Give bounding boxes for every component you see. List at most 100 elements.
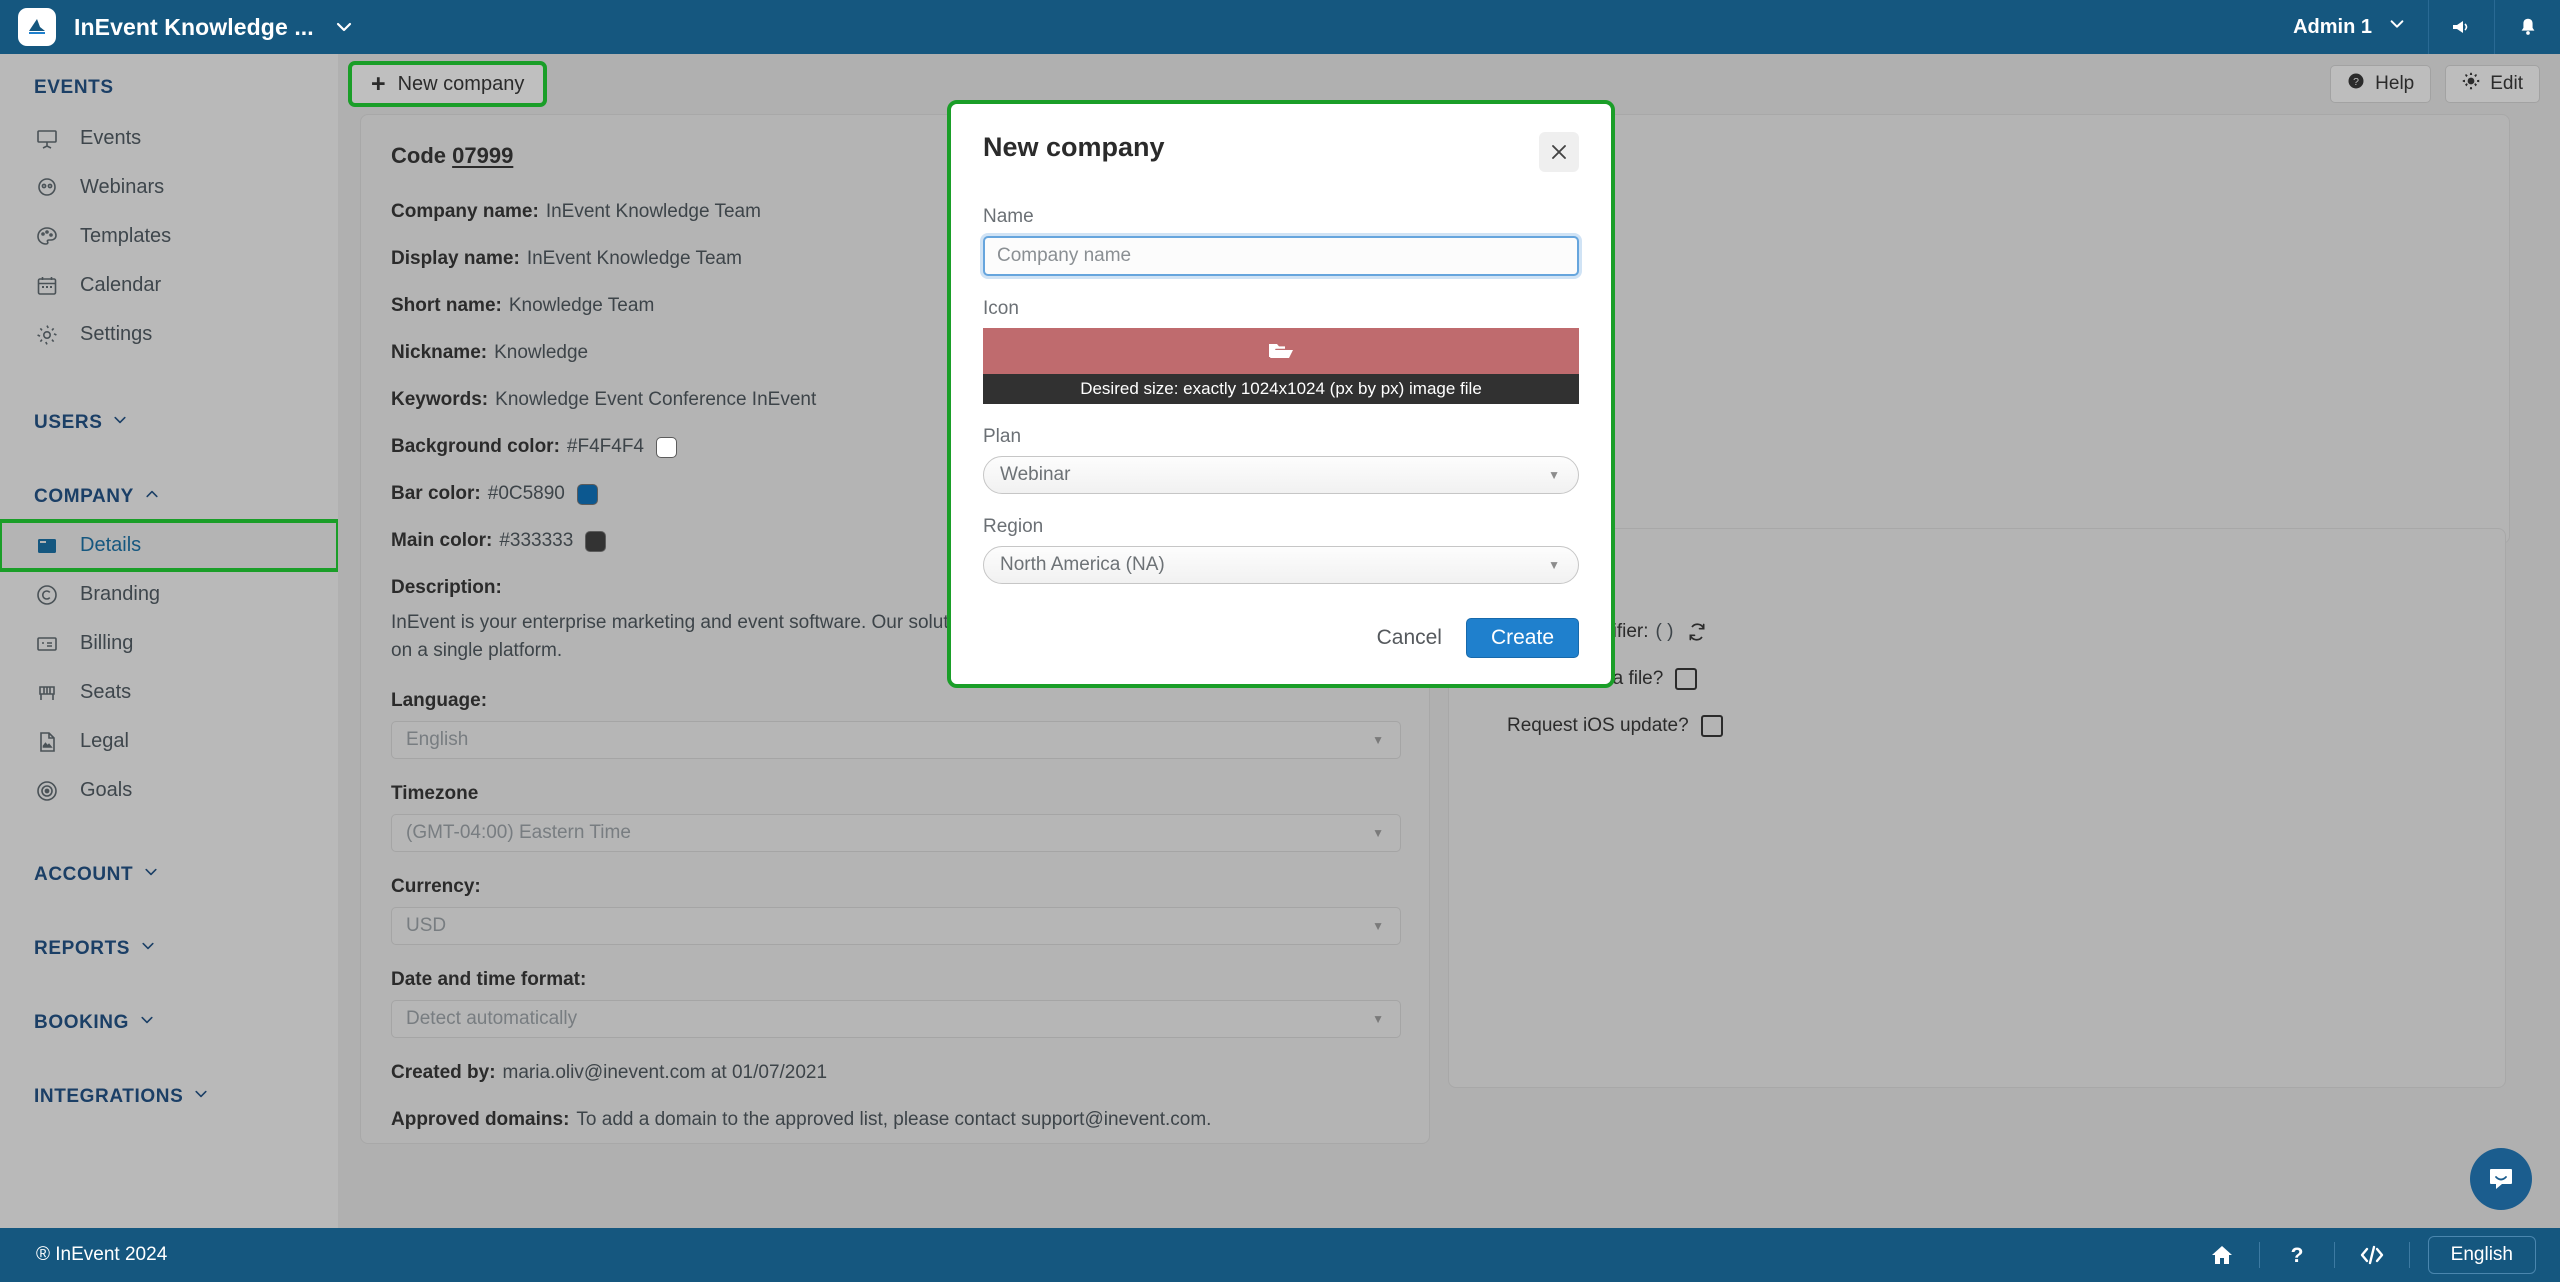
row-label: Bar color: bbox=[391, 483, 481, 504]
icon-size-hint: Desired size: exactly 1024x1024 (px by p… bbox=[983, 374, 1579, 404]
help-label: Help bbox=[2375, 73, 2415, 94]
window-panel-icon bbox=[34, 533, 60, 559]
chevron-up-icon bbox=[144, 486, 160, 508]
chat-bubble-icon[interactable] bbox=[2470, 1148, 2532, 1210]
footer-right: ? English bbox=[2185, 1228, 2560, 1282]
sidebar-group-reports[interactable]: REPORTS bbox=[0, 933, 338, 965]
sidebar-item-templates[interactable]: Templates bbox=[0, 212, 338, 261]
open-folder-icon bbox=[983, 328, 1579, 374]
language-button[interactable]: English bbox=[2427, 1236, 2536, 1274]
cancel-button[interactable]: Cancel bbox=[1377, 626, 1442, 650]
sidebar-item-branding[interactable]: Branding bbox=[0, 570, 338, 619]
color-swatch-background[interactable] bbox=[656, 436, 677, 458]
create-button[interactable]: Create bbox=[1465, 618, 1579, 658]
sidebar-group-label: INTEGRATIONS bbox=[34, 1086, 184, 1107]
sidebar-group-account[interactable]: ACCOUNT bbox=[0, 859, 338, 891]
user-label: Admin 1 bbox=[2293, 15, 2372, 38]
sidebar-group-booking[interactable]: BOOKING bbox=[0, 1007, 338, 1039]
code-brackets-icon[interactable] bbox=[2335, 1228, 2409, 1282]
icon-upload-dropzone[interactable]: Desired size: exactly 1024x1024 (px by p… bbox=[983, 328, 1579, 404]
question-mark-icon[interactable]: ? bbox=[2260, 1228, 2334, 1282]
sidebar-item-webinars[interactable]: Webinars bbox=[0, 163, 338, 212]
region-value: North America (NA) bbox=[1000, 554, 1165, 575]
sidebar-item-events[interactable]: Events bbox=[0, 114, 338, 163]
help-button[interactable]: ? Help bbox=[2330, 65, 2432, 103]
calendar-icon bbox=[34, 273, 60, 299]
new-company-button[interactable]: + New company bbox=[347, 61, 548, 107]
chevron-down-icon[interactable] bbox=[334, 17, 354, 37]
row-value: maria.oliv@inevent.com at 01/07/2021 bbox=[502, 1062, 828, 1084]
row-label: Company name: bbox=[391, 201, 539, 222]
code-label: Code bbox=[391, 143, 446, 168]
close-icon[interactable] bbox=[1539, 132, 1579, 172]
sidebar-group-label: ACCOUNT bbox=[34, 864, 134, 885]
modal-actions: Cancel Create bbox=[983, 618, 1579, 658]
caret-down-icon: ▼ bbox=[1372, 826, 1384, 841]
row-label: Main color: bbox=[391, 530, 493, 551]
code-value[interactable]: 07999 bbox=[452, 143, 513, 168]
inevent-logo-icon bbox=[18, 8, 56, 46]
action-bar-right: ? Help Edit bbox=[2330, 65, 2560, 103]
language-value: English bbox=[406, 729, 469, 751]
sidebar-group-label: EVENTS bbox=[34, 77, 114, 98]
sidebar-item-settings[interactable]: Settings bbox=[0, 310, 338, 359]
sidebar-item-seats[interactable]: Seats bbox=[0, 668, 338, 717]
detail-row-approved-domains: Approved domains: To add a domain to the… bbox=[391, 1109, 1399, 1131]
copyright-icon bbox=[34, 582, 60, 608]
megaphone-icon[interactable] bbox=[2428, 0, 2494, 54]
refresh-icon[interactable] bbox=[1687, 622, 1707, 642]
caret-down-icon: ▼ bbox=[1372, 733, 1384, 748]
bell-icon[interactable] bbox=[2494, 0, 2560, 54]
language-select[interactable]: English ▼ bbox=[391, 721, 1401, 760]
plan-select[interactable]: Webinar ▼ bbox=[983, 456, 1579, 494]
row-value: #0C5890 bbox=[487, 483, 565, 504]
color-swatch-bar[interactable] bbox=[576, 483, 598, 505]
datetime-format-label: Date and time format: bbox=[391, 969, 587, 991]
row-value: InEvent Knowledge Team bbox=[526, 248, 742, 269]
sidebar-item-label: Legal bbox=[80, 730, 129, 752]
currency-select[interactable]: USD ▼ bbox=[391, 907, 1401, 946]
row-label: Keywords: bbox=[391, 389, 489, 410]
timezone-value: (GMT-04:00) Eastern Time bbox=[406, 822, 631, 844]
chevron-down-icon bbox=[193, 1086, 209, 1108]
color-swatch-main[interactable] bbox=[585, 530, 607, 552]
sidebar-group-company[interactable]: COMPANY bbox=[0, 481, 338, 513]
sidebar-item-goals[interactable]: Goals bbox=[0, 766, 338, 815]
target-icon bbox=[34, 778, 60, 804]
sidebar-item-label: Events bbox=[80, 127, 142, 149]
footer-copyright: ® InEvent 2024 bbox=[36, 1244, 168, 1265]
row-label: Approved domains: bbox=[391, 1109, 570, 1131]
detail-row-created-by: Created by: maria.oliv@inevent.com at 01… bbox=[391, 1062, 1399, 1084]
sidebar-item-details[interactable]: Details bbox=[0, 519, 338, 572]
chevron-down-icon bbox=[139, 1012, 155, 1034]
sidebar-item-legal[interactable]: Legal bbox=[0, 717, 338, 766]
sidebar-group-users[interactable]: USERS bbox=[0, 407, 338, 439]
row-request-ios-update: Request iOS update? bbox=[1479, 715, 2475, 737]
sidebar-group-integrations[interactable]: INTEGRATIONS bbox=[0, 1081, 338, 1113]
chevron-down-icon bbox=[143, 864, 159, 886]
question-circle-icon: ? bbox=[2347, 72, 2365, 96]
row-label: Background color: bbox=[391, 436, 560, 457]
row-label: Nickname: bbox=[391, 342, 488, 363]
currency-label: Currency: bbox=[391, 876, 481, 898]
region-label: Region bbox=[983, 516, 1044, 537]
region-select[interactable]: North America (NA) ▼ bbox=[983, 546, 1579, 584]
sidebar-item-calendar[interactable]: Calendar bbox=[0, 261, 338, 310]
sidebar-group-events[interactable]: EVENTS bbox=[0, 72, 338, 104]
document-icon bbox=[34, 729, 60, 755]
home-icon[interactable] bbox=[2185, 1228, 2259, 1282]
chevron-down-icon bbox=[140, 938, 156, 960]
gear-icon bbox=[34, 322, 60, 348]
webinar-headset-icon bbox=[34, 175, 60, 201]
currency-value: USD bbox=[406, 915, 447, 937]
export-ipa-checkbox[interactable] bbox=[1675, 668, 1698, 690]
row-value: InEvent Knowledge Team bbox=[545, 201, 761, 222]
user-menu[interactable]: Admin 1 bbox=[2271, 0, 2428, 54]
sidebar-item-billing[interactable]: Billing bbox=[0, 619, 338, 668]
company-name-input[interactable] bbox=[983, 236, 1579, 276]
timezone-select[interactable]: (GMT-04:00) Eastern Time ▼ bbox=[391, 814, 1401, 853]
datetime-format-select[interactable]: Detect automatically ▼ bbox=[391, 1000, 1401, 1039]
sidebar-item-label: Goals bbox=[80, 779, 133, 801]
request-ios-update-checkbox[interactable] bbox=[1700, 715, 1723, 737]
edit-button[interactable]: Edit bbox=[2445, 65, 2540, 103]
